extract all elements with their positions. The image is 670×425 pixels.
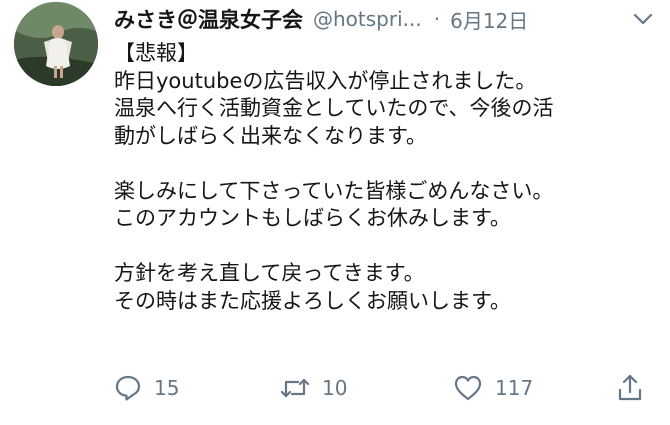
tweet-text-line <box>114 233 664 261</box>
share-icon <box>616 373 644 403</box>
reply-button[interactable]: 15 <box>114 368 179 408</box>
tweet-text-line: 方針を考え直して戻ってきます。 <box>114 261 425 285</box>
tweet-text-line: その時はまた応援よろしくお願いします。 <box>114 288 511 313</box>
separator-dot: · <box>433 7 441 31</box>
retweet-button[interactable]: 10 <box>280 368 347 408</box>
heart-icon <box>453 374 483 402</box>
author-display-name[interactable]: みさき＠温泉女子会 <box>114 4 303 34</box>
tweet-text-line: 動がしばらく出来なくなります。 <box>114 123 427 148</box>
tweet-text-line: 温泉へ行く活動資金としていたので、今後の活 <box>114 96 554 120</box>
retweet-icon <box>280 374 310 402</box>
tweet-text: 【悲報】 昨日youtubeの広告収入が停止されました。 温泉へ行く活動資金とし… <box>114 40 664 315</box>
tweet-text-line <box>114 150 664 178</box>
author-handle[interactable]: @hotspri... <box>313 7 422 31</box>
like-count: 117 <box>495 376 534 400</box>
avatar[interactable] <box>14 2 98 86</box>
tweet-text-line: 昨日youtubeの広告収入が停止されました。 <box>114 68 537 93</box>
tweet-date[interactable]: 6月12日 <box>450 5 528 34</box>
reply-icon <box>114 374 142 402</box>
chevron-down-icon[interactable] <box>631 8 655 30</box>
tweet-text-line: 楽しみにして下さっていた皆様ごめんなさい。 <box>114 178 554 203</box>
tweet-text-line: このアカウントもしばらくお休みします。 <box>114 206 511 230</box>
retweet-count: 10 <box>322 376 348 400</box>
like-button[interactable]: 117 <box>453 368 533 408</box>
tweet-header: みさき＠温泉女子会 @hotspri... · 6月12日 <box>114 2 659 36</box>
tweet-text-line: 【悲報】 <box>114 41 198 65</box>
share-button[interactable] <box>616 368 644 408</box>
avatar-photo <box>14 2 98 86</box>
reply-count: 15 <box>154 376 180 400</box>
tweet-actions: 15 10 117 <box>108 368 663 408</box>
